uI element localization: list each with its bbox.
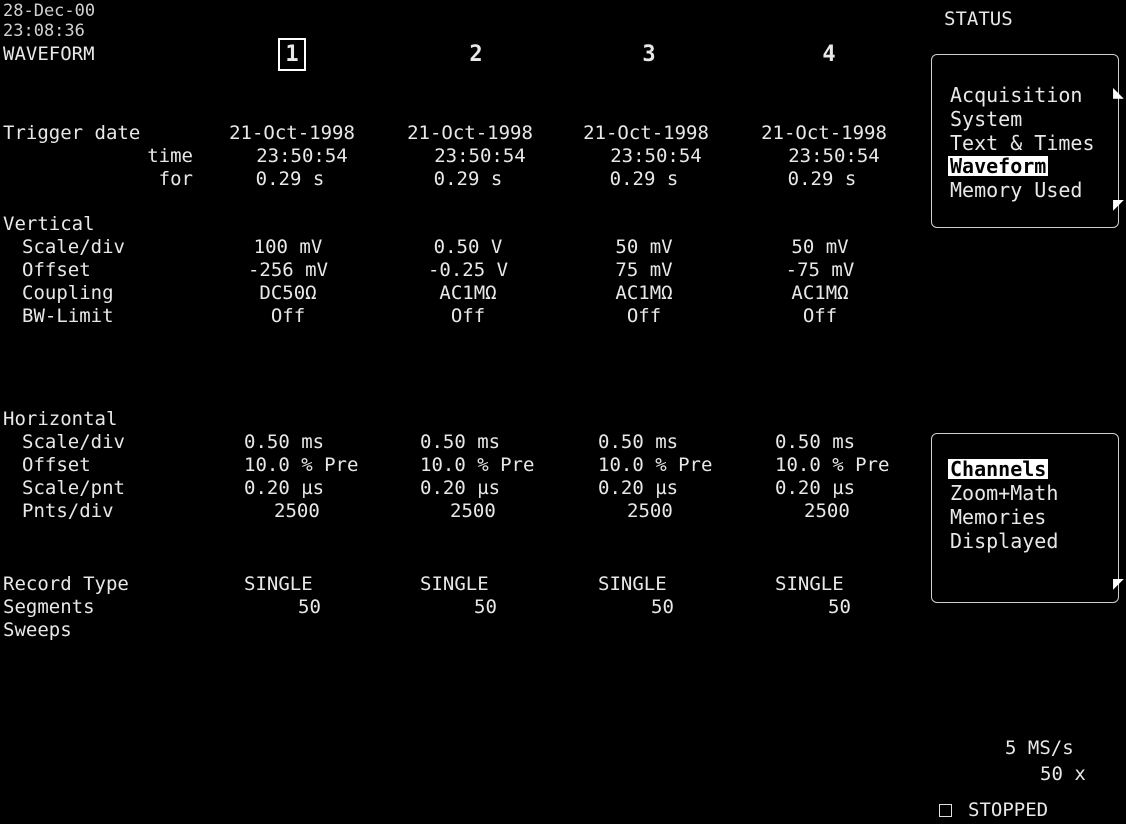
scroll-down-icon: ◤ [1113, 194, 1124, 215]
trigger-for-1: 0.29 s [255, 168, 325, 190]
horizontal-offset-1: 10.0 % Pre [244, 454, 359, 476]
vertical-bwlimit-1: Off [270, 305, 306, 327]
segments-1: 50 [298, 596, 321, 618]
trigger-for-3: 0.29 s [609, 168, 679, 190]
trigger-for-label: for [158, 168, 193, 190]
horizontal-scale-2: 0.50 ms [420, 431, 501, 453]
horizontal-scalepnt-2: 0.20 µs [420, 477, 501, 499]
status-menu[interactable]: Acquisition System Text & Times Waveform… [931, 54, 1119, 228]
horizontal-pntsdiv-1: 2500 [274, 500, 320, 522]
menu-item-text-times[interactable]: Text & Times [950, 133, 1095, 153]
trigger-date-2: 21-Oct-1998 [407, 122, 533, 144]
vertical-scale-2: 0.50 V [433, 236, 503, 258]
trigger-date-1: 21-Oct-1998 [229, 122, 355, 144]
sample-rate: 5 MS/s [1005, 737, 1074, 759]
horizontal-scale-label: Scale/div [22, 431, 125, 453]
vertical-bwlimit-3: Off [626, 305, 662, 327]
record-type-label: Record Type [3, 573, 129, 595]
trigger-time-4: 23:50:54 [788, 145, 880, 167]
menu-arrow-icon: ◤ [1113, 573, 1124, 594]
vertical-coupling-label: Coupling [22, 282, 114, 304]
vertical-bwlimit-label: BW-Limit [22, 305, 114, 327]
trigger-time-1: 23:50:54 [256, 145, 348, 167]
horizontal-pntsdiv-2: 2500 [450, 500, 496, 522]
column-header-1: 1 [252, 38, 332, 71]
horizontal-offset-3: 10.0 % Pre [598, 454, 713, 476]
record-type-2: SINGLE [420, 573, 489, 595]
page-title: WAVEFORM [3, 43, 95, 65]
horizontal-scalepnt-3: 0.20 µs [598, 477, 679, 499]
vertical-offset-1: -256 mV [247, 259, 329, 281]
column-header-4: 4 [822, 42, 836, 67]
date-readout: 28-Dec-00 [3, 1, 96, 21]
record-type-4: SINGLE [775, 573, 844, 595]
scroll-up-icon: ◣ [1113, 82, 1124, 103]
vertical-coupling-4: AC1MΩ [791, 282, 849, 304]
column-header-3: 3 [642, 42, 656, 67]
record-type-1: SINGLE [244, 573, 313, 595]
acquisition-state: STOPPED [968, 799, 1049, 821]
vertical-offset-4: -75 mV [785, 259, 855, 281]
horizontal-pntsdiv-3: 2500 [627, 500, 673, 522]
trigger-time-2: 23:50:54 [434, 145, 526, 167]
horizontal-offset-4: 10.0 % Pre [775, 454, 890, 476]
vertical-offset-label: Offset [22, 259, 91, 281]
segments-4: 50 [828, 596, 851, 618]
trigger-for-2: 0.29 s [433, 168, 503, 190]
horizontal-offset-2: 10.0 % Pre [420, 454, 535, 476]
record-type-3: SINGLE [598, 573, 667, 595]
trigger-time-3: 23:50:54 [610, 145, 702, 167]
time-readout: 23:08:36 [3, 21, 85, 41]
horizontal-scale-1: 0.50 ms [244, 431, 325, 453]
vertical-offset-3: 75 mV [615, 259, 673, 281]
segment-count: 50 x [1040, 763, 1086, 785]
segments-2: 50 [474, 596, 497, 618]
vertical-bwlimit-4: Off [802, 305, 838, 327]
horizontal-title: Horizontal [3, 408, 118, 430]
vertical-coupling-1: DC50Ω [259, 282, 317, 304]
column-header-2: 2 [469, 42, 483, 67]
sweeps-label: Sweeps [3, 619, 72, 641]
menu-item-memory-used[interactable]: Memory Used [950, 180, 1082, 200]
trigger-date-label: Trigger date [3, 122, 141, 144]
trigger-for-4: 0.29 s [787, 168, 857, 190]
horizontal-pntsdiv-4: 2500 [804, 500, 850, 522]
menu-item-system[interactable]: System [950, 109, 1022, 129]
vertical-scale-3: 50 mV [615, 236, 673, 258]
horizontal-pntsdiv-label: Pnts/div [22, 500, 114, 522]
menu-item-channels[interactable]: Channels [948, 459, 1049, 479]
stopped-square-icon [939, 804, 952, 817]
vertical-scale-label: Scale/div [22, 236, 125, 258]
menu-item-acquisition[interactable]: Acquisition [950, 85, 1082, 105]
menu-item-memories[interactable]: Memories [950, 507, 1046, 527]
vertical-coupling-2: AC1MΩ [439, 282, 497, 304]
status-title: STATUS [944, 8, 1013, 30]
vertical-title: Vertical [3, 213, 95, 235]
trigger-time-label: time [147, 145, 193, 167]
vertical-offset-2: -0.25 V [427, 259, 509, 281]
horizontal-scale-3: 0.50 ms [598, 431, 679, 453]
horizontal-scalepnt-label: Scale/pnt [22, 477, 125, 499]
segments-label: Segments [3, 596, 95, 618]
horizontal-scalepnt-1: 0.20 µs [244, 477, 325, 499]
menu-item-zoom-math[interactable]: Zoom+Math [950, 483, 1058, 503]
horizontal-offset-label: Offset [22, 454, 91, 476]
menu-item-waveform[interactable]: Waveform [948, 156, 1049, 176]
vertical-scale-1: 100 mV [253, 236, 323, 258]
horizontal-scalepnt-4: 0.20 µs [775, 477, 856, 499]
menu-item-displayed[interactable]: Displayed [950, 531, 1058, 551]
horizontal-scale-4: 0.50 ms [775, 431, 856, 453]
vertical-coupling-3: AC1MΩ [615, 282, 673, 304]
trigger-date-4: 21-Oct-1998 [761, 122, 887, 144]
source-menu[interactable]: Channels Zoom+Math Memories Displayed [931, 433, 1119, 603]
vertical-bwlimit-2: Off [450, 305, 486, 327]
trigger-date-3: 21-Oct-1998 [583, 122, 709, 144]
segments-3: 50 [651, 596, 674, 618]
vertical-scale-4: 50 mV [791, 236, 849, 258]
